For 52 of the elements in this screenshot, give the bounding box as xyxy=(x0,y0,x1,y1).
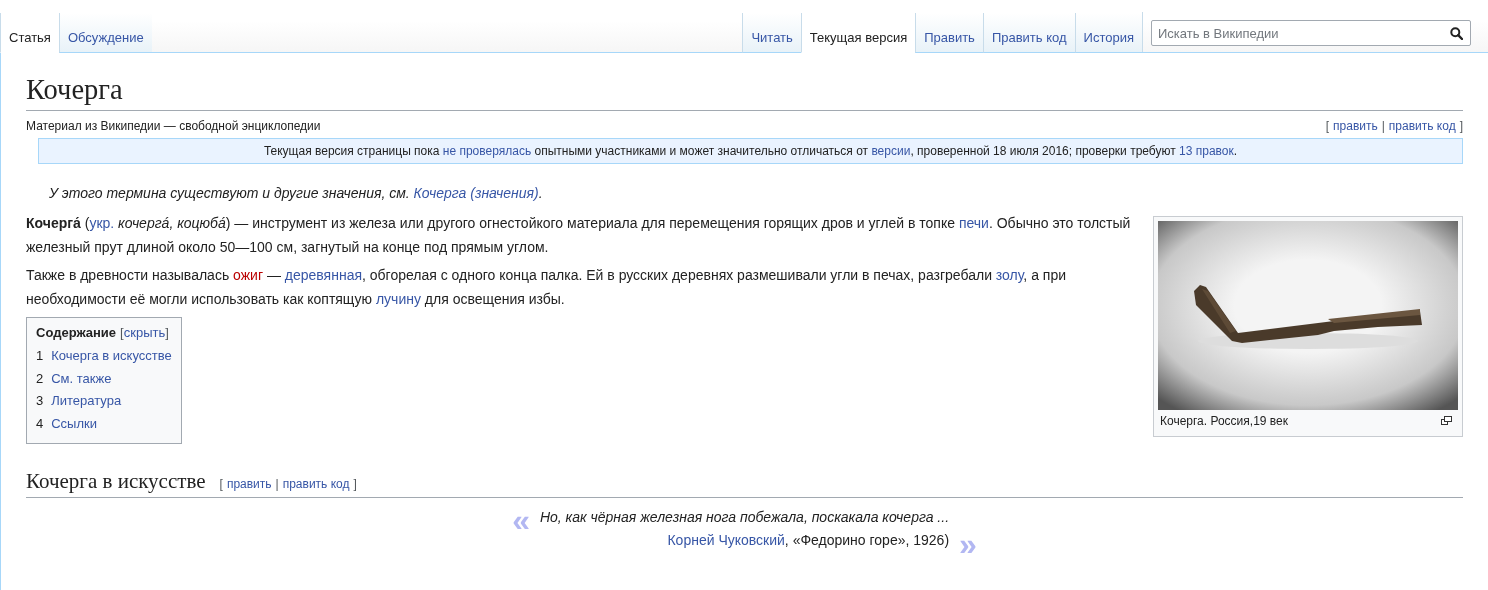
tab[interactable]: Править xyxy=(915,13,983,53)
link[interactable]: укр. xyxy=(89,215,115,231)
toc-link[interactable]: Кочерга в искусстве xyxy=(51,345,172,368)
edit-link[interactable]: править код xyxy=(282,477,350,491)
link[interactable]: 13 правок xyxy=(1179,144,1234,158)
bracket: [ xyxy=(1325,119,1330,133)
bracket: ] xyxy=(165,325,169,340)
enlarge-icon[interactable] xyxy=(1441,416,1452,425)
quote-source: Корней Чуковский, «Федорино горе», 1926) xyxy=(667,531,950,550)
link[interactable]: ожиг xyxy=(233,267,263,283)
toc-number: 1 xyxy=(36,347,44,365)
toc-number: 2 xyxy=(36,369,44,388)
bracket: ] xyxy=(1459,119,1463,133)
bracket: [ xyxy=(219,477,223,491)
section-heading: Кочерга в искусстве xyxy=(26,468,206,495)
quote-mark: « xyxy=(512,506,530,534)
tab[interactable]: Текущая версия xyxy=(800,13,916,53)
toc-link[interactable]: См. также xyxy=(51,367,112,390)
notice-banner: Текущая версия страницы пока не проверялась опытными участниками и может значительно отличаться от версии, проверенной 18 июля 2016; проверки требуют 13 правок. xyxy=(38,138,1463,164)
tagline: Материал из Википедии — свободной энциклопедии xyxy=(26,119,321,133)
link[interactable]: Кочерга (значения) xyxy=(413,185,539,201)
toc-link[interactable]: Литература xyxy=(51,390,122,413)
toc-title: Содержание xyxy=(36,325,117,340)
quote-text: Но, как чёрная железная нога побежала, поскакала кочерга ... xyxy=(539,508,950,527)
bracket: [ xyxy=(120,325,124,340)
hatnote: У этого термина существуют и другие значения, см. Кочерга (значения). xyxy=(49,184,544,203)
figure-caption: Кочерга. Россия,19 век xyxy=(1160,414,1288,428)
toc-number: 4 xyxy=(36,414,44,433)
link[interactable]: деревянная xyxy=(284,267,362,283)
search-field[interactable]: Искать в Википедии xyxy=(1151,20,1471,46)
edit-link[interactable]: править xyxy=(1333,119,1378,133)
bracket: ] xyxy=(353,477,357,491)
separator: | xyxy=(1381,119,1385,133)
link[interactable]: Корней Чуковский xyxy=(667,532,785,548)
link[interactable]: не проверялась xyxy=(442,144,532,158)
link[interactable]: печи xyxy=(958,215,989,231)
edit-link[interactable]: править xyxy=(226,477,272,491)
toc-number: 3 xyxy=(36,392,44,410)
toc-link[interactable]: Ссылки xyxy=(51,412,97,435)
tab[interactable]: Обсуждение xyxy=(58,13,152,53)
tab[interactable]: История xyxy=(1074,13,1142,53)
tab[interactable]: Статья xyxy=(0,13,59,53)
quote-mark: » xyxy=(959,530,977,558)
search-icon[interactable] xyxy=(1450,27,1463,40)
edit-link[interactable]: править код xyxy=(1388,119,1456,133)
paragraph: Кочерга́ (укр. кочергá, коцюбá) — инструмент из железа или другого огнестойкого материала для перемещения горящих дров и углей в топке печи. Обычно это толстый железный прут длиной около 50—100 см, загнутый на конце под прямым углом. xyxy=(26,214,1132,257)
separator: | xyxy=(275,477,279,491)
link[interactable]: лучину xyxy=(375,291,421,307)
tab[interactable]: Читать xyxy=(742,13,801,53)
page-title: Кочерга xyxy=(26,73,1463,111)
paragraph: Также в древности называлась ожиг — деревянная, обгорелая с одного конца палка. Ей в русских деревнях размешивали угли в печах, разгребали золу, а при необходимости её могли использовать как коптящую лучину для освещения избы. xyxy=(26,266,1067,309)
tab[interactable]: Править код xyxy=(982,13,1075,53)
